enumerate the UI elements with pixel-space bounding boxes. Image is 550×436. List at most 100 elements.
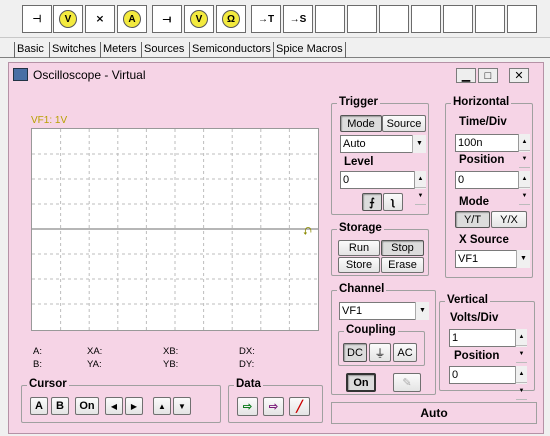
trigger-title: Trigger	[337, 96, 380, 109]
import-data-button[interactable]: ⇨	[263, 397, 284, 416]
h-position-stepper[interactable]: ▲ ▼	[518, 171, 530, 205]
v-position-value: 0	[452, 369, 459, 381]
cursor-up-button[interactable]: ▲	[153, 397, 171, 415]
oscilloscope-app-icon	[13, 68, 28, 81]
run-button[interactable]: Run	[338, 240, 380, 256]
maximize-icon: □	[484, 69, 492, 82]
empty-slot[interactable]	[411, 5, 441, 33]
horizontal-group: Horizontal Time/Div 100n ▲ ▼ Position 0 ▲ ▼ …	[445, 96, 533, 278]
falling-edge-button[interactable]: ʅ	[383, 193, 403, 211]
cursor-left-button[interactable]: ◀	[105, 397, 123, 415]
tab-spice-macros[interactable]: Spice Macros	[273, 42, 346, 58]
tab-switches[interactable]: Switches	[49, 42, 98, 58]
clear-icon: ╱	[296, 401, 303, 413]
export-data-button[interactable]: ⇨	[237, 397, 258, 416]
time-div-field[interactable]: 100n ▲ ▼	[455, 134, 530, 168]
chevron-down-icon: ▼	[415, 302, 429, 320]
xa-readout: XA:	[87, 346, 103, 357]
volts-div-field[interactable]: 1 ▲ ▼	[449, 329, 527, 363]
channel-value: VF1	[342, 305, 363, 317]
empty-slot[interactable]	[475, 5, 505, 33]
voltmeter-probe-icon[interactable]: V	[184, 5, 214, 33]
empty-slot[interactable]	[379, 5, 409, 33]
volts-div-stepper[interactable]: ▲ ▼	[515, 329, 527, 363]
ammeter-icon[interactable]: A	[117, 5, 147, 33]
rising-edge-button[interactable]: ⨍	[362, 193, 382, 211]
junction-icon[interactable]: ⊣	[22, 5, 52, 33]
cursor-b-readout: B:	[33, 359, 42, 370]
trigger-status-bar: Auto	[331, 402, 537, 424]
import-icon: ⇨	[268, 401, 279, 413]
empty-slot[interactable]	[315, 5, 345, 33]
probe-pen-icon[interactable]: ✎	[393, 373, 421, 392]
channel-select[interactable]: VF1 ▼	[339, 302, 429, 320]
level-label: Level	[344, 156, 374, 168]
channel-on-button[interactable]: On	[346, 373, 376, 392]
yt-mode-button[interactable]: Y/T	[455, 211, 490, 228]
trigger-marker-icon[interactable]: ⮏	[303, 223, 312, 242]
v-position-stepper[interactable]: ▲ ▼	[515, 366, 527, 400]
minimize-button[interactable]: ▁	[456, 68, 476, 83]
erase-button[interactable]: Erase	[381, 257, 424, 273]
v-position-label: Position	[454, 350, 500, 362]
gnd-coupling-button[interactable]: ⏚	[369, 343, 391, 362]
screen-grid	[32, 129, 318, 330]
toolbar-glyph: Ω	[222, 10, 240, 28]
toolbar-glyph: V	[59, 10, 77, 28]
toolbar-glyph: ⨯	[95, 13, 105, 25]
storage-title: Storage	[337, 222, 384, 235]
empty-slot[interactable]	[443, 5, 473, 33]
trigger-source-button[interactable]: Source	[382, 115, 426, 132]
cursor-title: Cursor	[27, 378, 69, 391]
dc-coupling-button[interactable]: DC	[343, 343, 367, 362]
toolbar-glyph: V	[190, 10, 208, 28]
switch-icon[interactable]: ⨯	[85, 5, 115, 33]
close-button[interactable]: ✕	[509, 68, 529, 83]
cursor-down-button[interactable]: ▼	[173, 397, 191, 415]
level-stepper[interactable]: ▲ ▼	[414, 171, 426, 205]
h-position-value: 0	[458, 174, 465, 186]
level-field[interactable]: 0 ▲ ▼	[340, 171, 426, 205]
cursor-on-button[interactable]: On	[75, 397, 99, 415]
chevron-down-icon: ▼	[412, 135, 426, 153]
dx-readout: DX:	[239, 346, 255, 357]
voltmeter-icon[interactable]: V	[53, 5, 83, 33]
tab-meters[interactable]: Meters	[100, 42, 139, 58]
time-div-value: 100n	[458, 137, 483, 149]
empty-slot[interactable]	[507, 5, 537, 33]
h-mode-label: Mode	[459, 196, 490, 208]
ac-coupling-button[interactable]: AC	[393, 343, 417, 362]
tab-sources[interactable]: Sources	[141, 42, 186, 58]
h-position-field[interactable]: 0 ▲ ▼	[455, 171, 530, 205]
wire-icon[interactable]: ⟞	[152, 5, 182, 33]
yx-mode-button[interactable]: Y/X	[491, 211, 527, 228]
channel-title: Channel	[337, 283, 387, 296]
clear-data-button[interactable]: ╱	[289, 397, 310, 416]
ohmmeter-icon[interactable]: Ω	[216, 5, 246, 33]
store-button[interactable]: Store	[338, 257, 380, 273]
tab-basic[interactable]: Basic	[14, 42, 46, 58]
x-source-select[interactable]: VF1 ▼	[455, 250, 530, 268]
coupling-title: Coupling	[344, 324, 398, 337]
time-div-stepper[interactable]: ▲ ▼	[518, 134, 530, 168]
cursor-b-button[interactable]: B	[51, 397, 69, 415]
stop-button[interactable]: Stop	[381, 240, 424, 256]
volts-div-label: Volts/Div	[450, 312, 499, 324]
cursor-a-button[interactable]: A	[30, 397, 48, 415]
yb-readout: YB:	[163, 359, 179, 370]
maximize-button[interactable]: □	[478, 68, 498, 83]
terminal-t-icon[interactable]: →T	[251, 5, 281, 33]
oscilloscope-screen[interactable]	[31, 128, 319, 331]
v-position-field[interactable]: 0 ▲ ▼	[449, 366, 527, 400]
tab-semiconductors[interactable]: Semiconductors	[189, 42, 273, 58]
x-source-value: VF1	[458, 253, 479, 265]
cursor-a-readout: A:	[33, 346, 42, 357]
toolbar-glyph: →T	[257, 13, 275, 25]
trigger-mode-select[interactable]: Auto ▼	[340, 135, 426, 153]
terminal-s-icon[interactable]: →S	[283, 5, 313, 33]
cursor-right-button[interactable]: ▶	[125, 397, 143, 415]
title-bar[interactable]: Oscilloscope - Virtual ▁ □ ✕	[9, 63, 543, 87]
xb-readout: XB:	[163, 346, 179, 357]
trigger-mode-button[interactable]: Mode	[340, 115, 382, 132]
empty-slot[interactable]	[347, 5, 377, 33]
